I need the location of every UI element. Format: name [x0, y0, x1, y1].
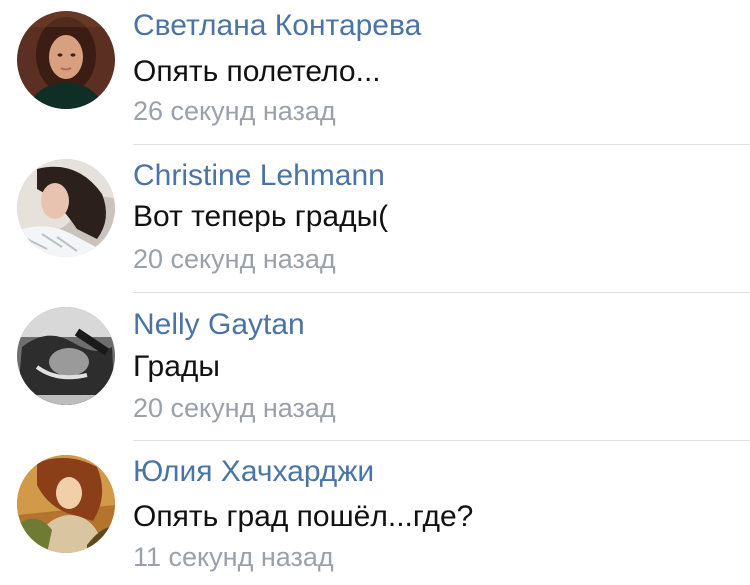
user-photo-icon — [17, 307, 115, 405]
avatar[interactable] — [17, 455, 115, 553]
comment-author[interactable]: Светлана Контарева — [133, 9, 421, 43]
user-photo-icon — [17, 11, 115, 109]
comment-timestamp[interactable]: 11 секунд назад — [133, 541, 334, 573]
comment-author[interactable]: Юлия Хачхарджи — [133, 455, 374, 489]
comment-text: Грады — [133, 350, 220, 383]
comment-item: Nelly Gaytan Грады 20 секунд назад — [0, 296, 750, 444]
comment-timestamp[interactable]: 20 секунд назад — [133, 243, 336, 275]
comment-item: Christine Lehmann Вот теперь грады( 20 с… — [0, 148, 750, 296]
comment-author[interactable]: Christine Lehmann — [133, 159, 385, 193]
avatar[interactable] — [17, 11, 115, 109]
comment-author[interactable]: Nelly Gaytan — [133, 308, 305, 342]
user-photo-icon — [17, 455, 115, 553]
comment-timestamp[interactable]: 20 секунд назад — [133, 392, 336, 424]
divider — [133, 292, 750, 293]
comment-list: Светлана Контарева Опять полетело... 26 … — [0, 0, 750, 585]
comment-text: Опять полетело... — [133, 55, 381, 88]
avatar[interactable] — [17, 307, 115, 405]
comment-timestamp[interactable]: 26 секунд назад — [133, 95, 336, 127]
divider — [133, 144, 750, 145]
divider — [133, 440, 750, 441]
avatar[interactable] — [17, 159, 115, 257]
comment-item: Светлана Контарева Опять полетело... 26 … — [0, 0, 750, 148]
comment-text: Опять град пошёл...где? — [133, 500, 474, 533]
comment-text: Вот теперь грады( — [133, 200, 389, 233]
comment-item: Юлия Хачхарджи Опять град пошёл...где? 1… — [0, 444, 750, 585]
user-photo-icon — [17, 159, 115, 257]
